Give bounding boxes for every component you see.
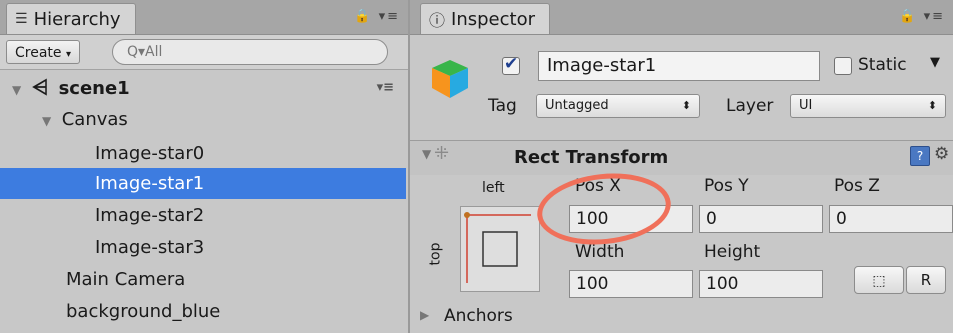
raw-edit-label: R (920, 271, 932, 289)
active-checkbox[interactable] (502, 54, 520, 75)
hierarchy-item-image-star0[interactable]: Image-star0 (0, 138, 406, 169)
tree-item-label: Canvas (61, 109, 128, 130)
tree-item-label: Image-star1 (95, 173, 205, 194)
hierarchy-search-input[interactable]: Q▾All (112, 39, 388, 65)
inspector-tabbar: ⓘ Inspector 🔒 ▾≡ (410, 0, 953, 35)
layer-value: UI (799, 98, 813, 113)
width-label: Width (575, 242, 625, 262)
lock-menu-icon[interactable]: 🔒 ▾≡ (354, 9, 400, 24)
layer-select[interactable]: UI ⬍ (790, 94, 946, 118)
anchors-foldout-icon[interactable]: ▶ (420, 308, 429, 322)
pos-z-label: Pos Z (834, 176, 880, 196)
raw-edit-button[interactable]: R (906, 266, 946, 294)
info-icon: ⓘ (429, 11, 446, 30)
hierarchy-toolbar: Create ▾ Q▾All (0, 35, 408, 70)
search-placeholder: Q▾All (127, 44, 163, 60)
height-value: 100 (706, 274, 739, 294)
tree-item-label: Image-star3 (95, 237, 205, 258)
inspector-tab-label: Inspector (451, 8, 535, 30)
lock-menu-icon[interactable]: 🔒 ▾≡ (899, 9, 945, 24)
hierarchy-panel: ☰ Hierarchy 🔒 ▾≡ Create ▾ Q▾All ▼ ⩤ scen… (0, 0, 410, 333)
hierarchy-item-background-blue[interactable]: background_blue (0, 296, 406, 327)
rect-transform-header[interactable]: ▼ ⁜ Rect Transform ? ⚙ (410, 140, 953, 175)
tree-item-label: Image-star0 (95, 143, 205, 164)
hierarchy-item-image-star3[interactable]: Image-star3 (0, 232, 406, 263)
tag-value: Untagged (545, 98, 609, 113)
hierarchy-tabbar: ☰ Hierarchy 🔒 ▾≡ (0, 0, 408, 35)
scene-name: scene1 (58, 78, 130, 99)
anchors-label[interactable]: Anchors (444, 306, 513, 326)
scene-menu-icon[interactable]: ▾≡ (377, 72, 394, 103)
hierarchy-item-canvas[interactable]: ▼ Canvas (0, 104, 406, 135)
width-field[interactable]: 100 (569, 270, 693, 298)
rect-transform-icon: ⁜ (434, 143, 450, 164)
component-title: Rect Transform (514, 147, 669, 168)
scene-row[interactable]: ▼ ⩤ scene1 ▾≡ (0, 72, 406, 103)
expand-arrow-icon[interactable]: ▼ (12, 75, 26, 106)
blueprint-mode-button[interactable]: ⬚ (854, 266, 904, 294)
create-button-label: Create (15, 45, 62, 61)
pos-y-value: 0 (706, 209, 717, 229)
tree-item-label: background_blue (66, 301, 221, 322)
inspector-panel: ⓘ Inspector 🔒 ▾≡ Image-star1 Static ▼ Ta… (410, 0, 953, 333)
gameobject-cube-icon (432, 60, 468, 98)
dotted-rect-icon: ⬚ (872, 273, 886, 289)
anchor-preset-icon (464, 212, 531, 283)
height-label: Height (704, 242, 761, 262)
inspector-tab[interactable]: ⓘ Inspector (420, 3, 550, 34)
foldout-arrow-icon[interactable]: ▼ (422, 147, 431, 161)
tag-label: Tag (488, 96, 517, 116)
unity-scene-icon: ⩤ (32, 75, 49, 99)
tag-select[interactable]: Untagged ⬍ (536, 94, 700, 118)
pos-z-value: 0 (836, 209, 847, 229)
layer-label: Layer (726, 96, 774, 116)
hierarchy-tab-label: Hierarchy (33, 8, 121, 30)
expand-arrow-icon[interactable]: ▼ (42, 106, 56, 137)
pos-y-field[interactable]: 0 (699, 205, 823, 233)
hierarchy-item-image-star1[interactable]: Image-star1 (0, 168, 406, 199)
anchor-horizontal-label: left (482, 180, 505, 196)
highlight-circle (533, 167, 675, 251)
select-caret-icon: ⬍ (927, 99, 937, 112)
anchor-vertical-label: top (427, 242, 444, 266)
hierarchy-list-icon: ☰ (15, 11, 28, 27)
static-checkbox[interactable] (834, 57, 852, 75)
hierarchy-item-image-star2[interactable]: Image-star2 (0, 200, 406, 231)
tree-item-label: Main Camera (66, 269, 186, 290)
object-name-value: Image-star1 (547, 55, 657, 76)
hierarchy-item-main-camera[interactable]: Main Camera (0, 264, 406, 295)
select-caret-icon: ⬍ (681, 99, 691, 112)
anchor-presets-button[interactable] (460, 206, 540, 292)
width-value: 100 (576, 274, 609, 294)
height-field[interactable]: 100 (699, 270, 823, 298)
hierarchy-tab[interactable]: ☰ Hierarchy (6, 3, 136, 34)
chevron-down-icon: ▾ (65, 49, 72, 60)
static-dropdown-icon[interactable]: ▼ (930, 55, 940, 70)
create-button[interactable]: Create ▾ (6, 40, 81, 64)
help-icon[interactable]: ? (910, 146, 930, 166)
tree-item-label: Image-star2 (95, 205, 205, 226)
pos-y-label: Pos Y (704, 176, 749, 196)
editor-frame: ☰ Hierarchy 🔒 ▾≡ Create ▾ Q▾All ▼ ⩤ scen… (0, 0, 953, 333)
pos-z-field[interactable]: 0 (829, 205, 953, 233)
gear-icon[interactable]: ⚙ (934, 144, 949, 164)
static-label: Static (858, 55, 907, 75)
object-name-field[interactable]: Image-star1 (538, 51, 820, 81)
